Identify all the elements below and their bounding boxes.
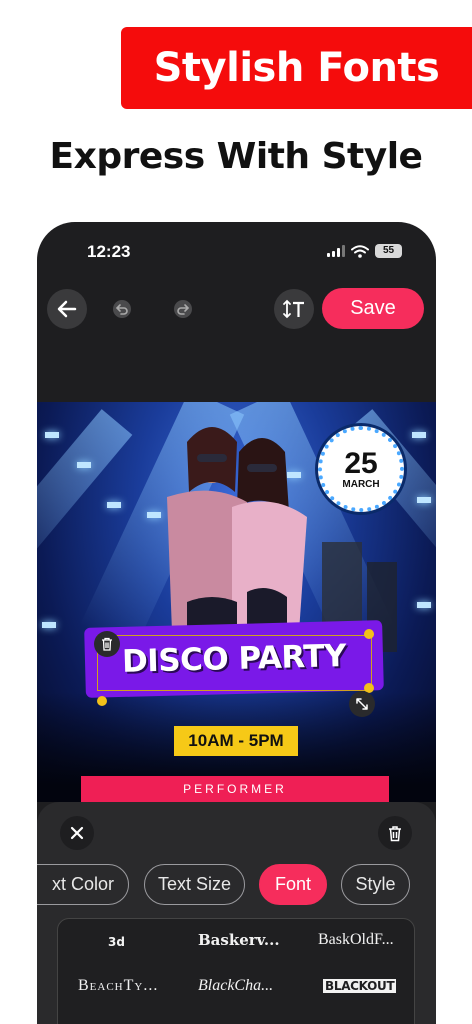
promo-banner-text: Stylish Fonts (153, 45, 440, 91)
delete-layer-button[interactable] (378, 816, 412, 850)
date-day: 25 (344, 446, 378, 480)
signal-icon (327, 245, 345, 257)
text-resize-button[interactable] (274, 289, 314, 329)
trash-icon (389, 825, 401, 841)
time-tag[interactable]: 10AM - 5PM (174, 726, 298, 756)
font-option-bask-old-face[interactable]: BaskOldF... (318, 931, 394, 949)
poster-canvas[interactable]: 25 MARCH DISCO PARTY 10AM - 5PM PERFORME… (37, 402, 436, 802)
tab-font[interactable]: Font (259, 864, 327, 905)
text-edit-sheet: xt Color Text Size Font Style 3d Baskerv… (37, 802, 436, 1024)
text-height-icon (283, 299, 304, 319)
redo-icon (174, 300, 192, 318)
arrow-left-icon (57, 300, 77, 318)
promo-subtitle: Express With Style (49, 136, 423, 177)
status-bar: 12:23 55 (37, 222, 436, 282)
font-option-beach-type[interactable]: BeachTy... (78, 977, 158, 995)
font-option-blackout[interactable]: BLACKOUT (323, 979, 397, 993)
close-icon (70, 826, 84, 840)
resize-handle-bottom-left[interactable] (97, 696, 107, 706)
delete-text-handle[interactable] (94, 631, 120, 657)
text-selection-frame (97, 635, 372, 691)
trash-icon (102, 637, 112, 651)
wifi-icon (351, 244, 369, 258)
undo-button[interactable] (107, 294, 137, 324)
font-option-3d[interactable]: 3d (108, 935, 125, 949)
tab-style[interactable]: Style (341, 864, 410, 905)
font-grid: 3d Baskerv... BaskOldF... BeachTy... Bla… (57, 918, 415, 1024)
font-option-baskerville[interactable]: Baskerv... (198, 931, 280, 949)
undo-icon (113, 300, 131, 318)
promo-banner: Stylish Fonts (121, 27, 472, 109)
back-button[interactable] (47, 289, 87, 329)
font-option-black-chancery[interactable]: BlackCha... (198, 977, 273, 995)
date-month: MARCH (342, 478, 380, 490)
status-icons: 55 (327, 244, 402, 258)
status-time: 12:23 (87, 242, 131, 261)
expand-arrows-icon (356, 698, 368, 710)
scale-text-handle[interactable] (349, 691, 375, 717)
editor-tabs: xt Color Text Size Font Style (37, 864, 436, 906)
resize-handle-top-right[interactable] (364, 629, 374, 639)
redo-button[interactable] (168, 294, 198, 324)
battery-icon: 55 (375, 244, 402, 258)
tab-text-color[interactable]: xt Color (37, 864, 129, 905)
editor-toolbar: Save (37, 284, 436, 334)
close-sheet-button[interactable] (60, 816, 94, 850)
performer-band[interactable]: PERFORMER (81, 776, 389, 802)
phone-frame: 12:23 55 Save 25 MARCH DISCO PARTY 10AM … (37, 222, 436, 1024)
save-button[interactable]: Save (322, 288, 424, 329)
date-badge[interactable]: 25 MARCH (318, 426, 404, 512)
tab-text-size[interactable]: Text Size (144, 864, 245, 905)
